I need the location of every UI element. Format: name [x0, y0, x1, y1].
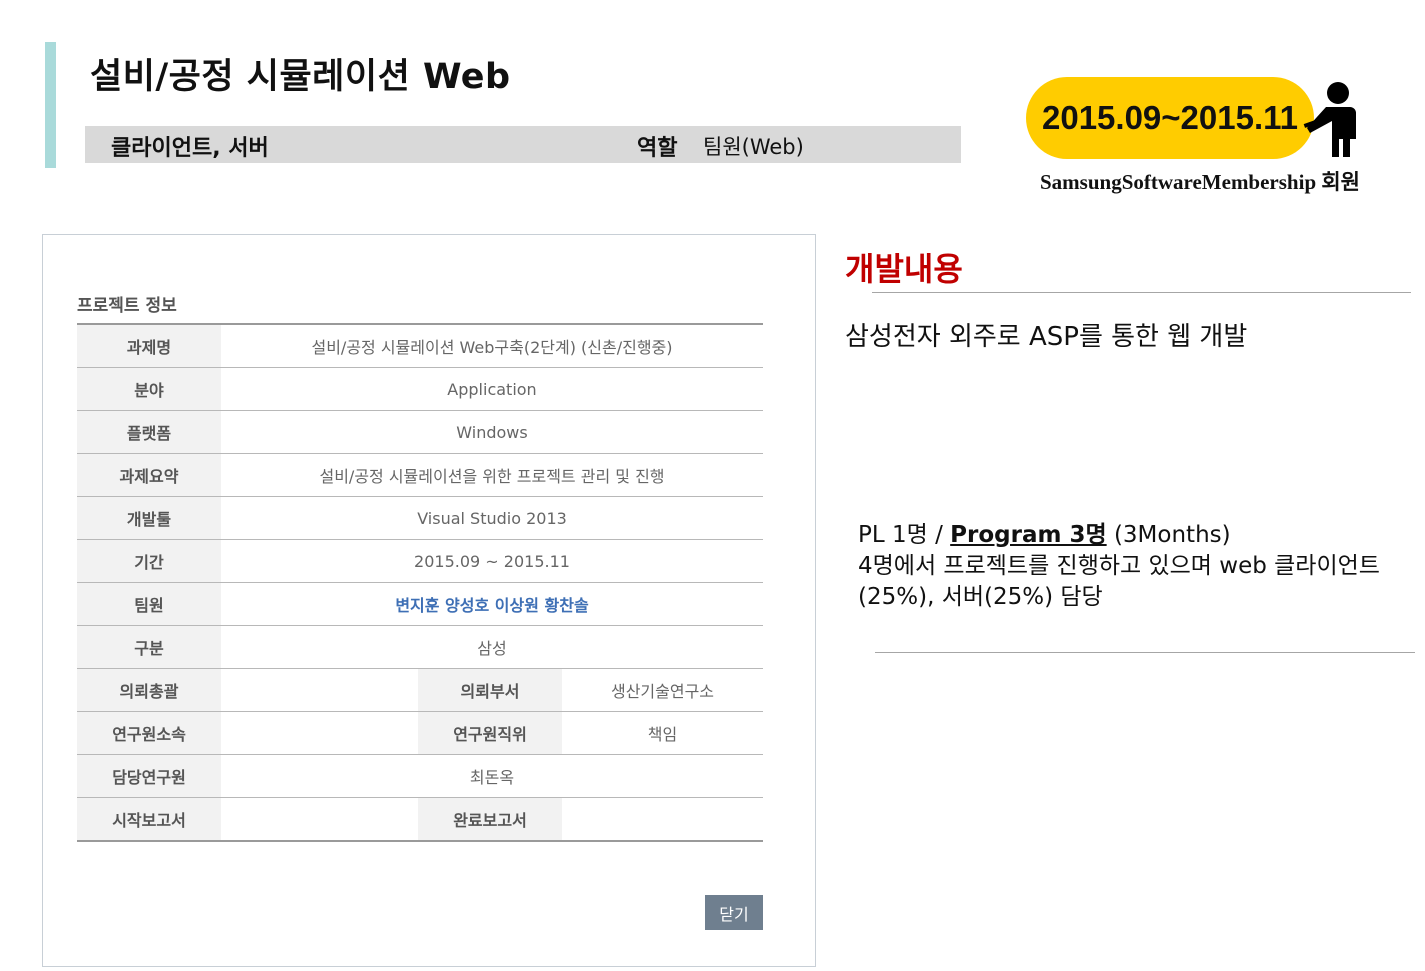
team-months: (3Months) [1106, 522, 1231, 548]
row-value: 책임 [562, 711, 763, 755]
row-value: Visual Studio 2013 [221, 496, 763, 540]
team-role-summary: 4명에서 프로젝트를 진행하고 있으며 web 클라이언트(25%), 서버(2… [858, 553, 1380, 610]
person-presenting-icon [1303, 82, 1356, 157]
row-label: 완료보고서 [418, 797, 562, 841]
row-label: 과제명 [77, 324, 221, 368]
row-value: 최돈옥 [221, 754, 763, 798]
project-info-panel: 프로젝트 정보 과제명 설비/공정 시뮬레이션 Web구축(2단계) (신촌/진… [42, 234, 816, 967]
row-value: 삼성 [221, 625, 763, 669]
table-row: 의뢰총괄 의뢰부서 생산기술연구소 [77, 668, 763, 712]
row-value: 2015.09 ~ 2015.11 [221, 539, 763, 583]
row-label: 플랫폼 [77, 410, 221, 454]
project-info-strip: 클라이언트, 서버 역할 팀원(Web) [85, 126, 961, 163]
row-value: 설비/공정 시뮬레이션 Web구축(2단계) (신촌/진행중) [221, 324, 763, 368]
table-row: 담당연구원 최돈옥 [77, 754, 763, 798]
team-program: Program 3명 [950, 522, 1107, 548]
role-value: 팀원(Web) [703, 135, 804, 159]
table-row: 시작보고서 완료보고서 [77, 797, 763, 842]
row-label: 구분 [77, 625, 221, 669]
row-label: 개발툴 [77, 496, 221, 540]
table-row: 개발툴 Visual Studio 2013 [77, 496, 763, 540]
row-label: 연구원소속 [77, 711, 221, 755]
row-label: 의뢰부서 [418, 668, 562, 712]
dev-content-heading: 개발내용 [845, 250, 963, 288]
row-label: 과제요약 [77, 453, 221, 497]
table-row: 플랫폼 Windows [77, 410, 763, 454]
title-accent-bar [45, 42, 56, 168]
row-label: 팀원 [77, 582, 221, 626]
panel-heading: 프로젝트 정보 [77, 296, 177, 316]
team-pl: PL 1명 / [858, 522, 951, 548]
row-value: Application [221, 367, 763, 411]
divider [875, 652, 1415, 653]
row-label: 담당연구원 [77, 754, 221, 798]
row-label: 기간 [77, 539, 221, 583]
project-type: 클라이언트, 서버 [111, 136, 269, 161]
team-members-link[interactable]: 변지훈 양성호 이상원 황찬솔 [221, 582, 763, 626]
row-value: Windows [221, 410, 763, 454]
row-label: 분야 [77, 367, 221, 411]
row-label: 연구원직위 [418, 711, 562, 755]
row-value: 생산기술연구소 [562, 668, 763, 712]
table-row: 과제요약 설비/공정 시뮬레이션을 위한 프로젝트 관리 및 진행 [77, 453, 763, 497]
row-value [221, 668, 418, 712]
row-value [562, 798, 763, 842]
row-label: 의뢰총괄 [77, 668, 221, 712]
row-value [221, 798, 418, 842]
team-composition: PL 1명 / Program 3명 (3Months) 4명에서 프로젝트를 … [858, 520, 1398, 613]
row-value [221, 711, 418, 755]
member-caption: SamsungSoftwareMembership 회원 [1040, 170, 1361, 194]
role-label: 역할 [637, 136, 678, 161]
period-badge: 2015.09~2015.11 [1026, 77, 1314, 159]
row-value: 설비/공정 시뮬레이션을 위한 프로젝트 관리 및 진행 [221, 453, 763, 497]
project-info-table: 과제명 설비/공정 시뮬레이션 Web구축(2단계) (신촌/진행중) 분야 A… [77, 323, 763, 842]
table-row: 기간 2015.09 ~ 2015.11 [77, 539, 763, 583]
dev-description: 삼성전자 외주로 ASP를 통한 웹 개발 [845, 322, 1248, 352]
table-row: 연구원소속 연구원직위 책임 [77, 711, 763, 755]
table-row: 분야 Application [77, 367, 763, 411]
close-button[interactable]: 닫기 [705, 895, 763, 930]
table-row: 팀원 변지훈 양성호 이상원 황찬솔 [77, 582, 763, 626]
page-title: 설비/공정 시뮬레이션 Web [90, 57, 511, 97]
table-row: 과제명 설비/공정 시뮬레이션 Web구축(2단계) (신촌/진행중) [77, 324, 763, 368]
table-row: 구분 삼성 [77, 625, 763, 669]
divider [872, 292, 1411, 293]
row-label: 시작보고서 [77, 797, 221, 841]
